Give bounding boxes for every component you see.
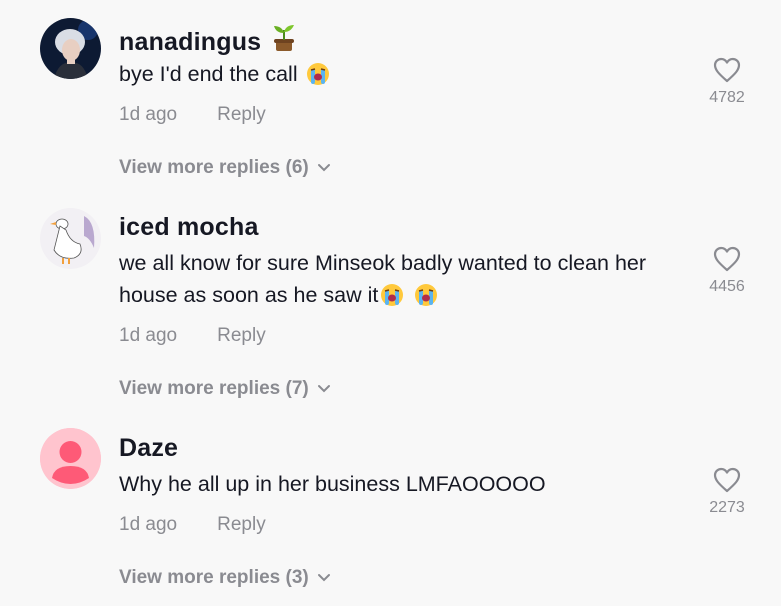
avatar[interactable] [40,18,101,79]
like-count: 4456 [709,278,745,295]
default-avatar-icon [40,428,101,489]
reply-button[interactable]: Reply [217,104,266,125]
like-count: 4782 [709,89,745,106]
view-more-label: View more replies (7) [119,378,309,399]
heart-icon[interactable] [713,467,741,493]
comment-text: we all know for sure Minseok badly wante… [119,247,679,316]
seedling-icon [271,24,297,59]
username[interactable]: nanadingus [119,24,297,59]
username-text[interactable]: nanadingus [119,28,261,56]
avatar[interactable] [40,428,101,489]
user-photo-icon [40,208,101,269]
timestamp: 1d ago [119,325,178,346]
heart-icon[interactable] [713,246,741,272]
username[interactable]: iced mocha [119,213,259,242]
chevron-down-icon [317,384,330,393]
loudly-crying-emoji-icon [306,62,330,95]
timestamp: 1d ago [119,514,178,535]
heart-icon[interactable] [713,57,741,83]
loudly-crying-emoji-icon [380,283,404,316]
like-control: 4782 [705,57,749,107]
reply-button[interactable]: Reply [217,514,266,535]
view-more-label: View more replies (3) [119,567,309,588]
view-more-replies-button[interactable]: View more replies (6) [119,157,331,179]
view-more-label: View more replies (6) [119,157,309,178]
reply-button[interactable]: Reply [217,325,266,346]
comment-text: Why he all up in her business LMFAOOOOO [119,468,679,500]
comment-meta: 1d ago Reply [119,514,266,536]
username[interactable]: Daze [119,434,178,463]
like-count: 2273 [709,499,745,516]
like-control: 4456 [705,246,749,296]
loudly-crying-emoji-icon [414,283,438,316]
chevron-down-icon [317,163,330,172]
avatar[interactable] [40,208,101,269]
chevron-down-icon [317,573,330,582]
comment-meta: 1d ago Reply [119,325,266,347]
like-control: 2273 [705,467,749,517]
timestamp: 1d ago [119,104,178,125]
comment-meta: 1d ago Reply [119,104,266,126]
comment-text-content: Why he all up in her business LMFAOOOOO [119,472,546,496]
view-more-replies-button[interactable]: View more replies (3) [119,567,331,589]
view-more-replies-button[interactable]: View more replies (7) [119,378,331,400]
user-photo-icon [40,18,101,79]
comment-text: bye I'd end the call [119,58,679,95]
comment-text-content: bye I'd end the call [119,62,304,86]
